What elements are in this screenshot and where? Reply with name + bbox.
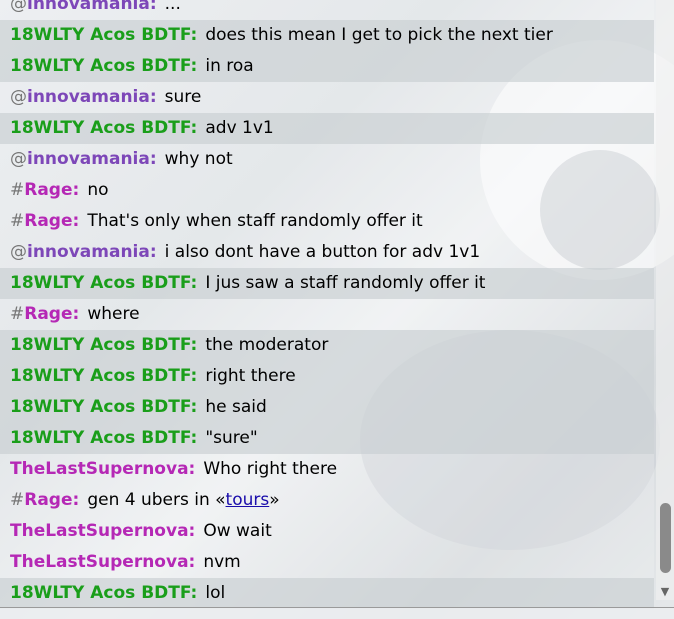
username-text: innovamania: (27, 87, 157, 107)
username-text: 18WLTY Acos BDTF: (10, 56, 198, 76)
message-text: i also dont have a button for adv 1v1 (164, 242, 481, 262)
message-text: in roa (205, 56, 254, 76)
scrollbar-thumb[interactable] (660, 503, 671, 573)
message-username[interactable]: #Rage: (10, 180, 79, 200)
message-username[interactable]: 18WLTY Acos BDTF: (10, 583, 197, 603)
username-text: 18WLTY Acos BDTF: (10, 335, 198, 355)
message-text: Who right there (203, 459, 338, 479)
chat-message: 18WLTY Acos BDTF: right there (0, 361, 654, 392)
chat-message: @innovamania: i also dont have a button f… (0, 237, 654, 268)
username-text: innovamania: (27, 242, 157, 262)
user-rank-symbol: # (10, 211, 25, 231)
chat-message: @innovamania:... (0, 0, 654, 20)
message-username[interactable]: TheLastSupernova: (10, 459, 195, 479)
user-rank-symbol: @ (10, 149, 27, 169)
username-text: Rage: (24, 211, 80, 231)
username-text: 18WLTY Acos BDTF: (10, 25, 198, 45)
username-text: innovamania: (27, 149, 157, 169)
message-text: Ow wait (203, 521, 272, 541)
message-text: I jus saw a staff randomly offer it (205, 273, 486, 293)
chat-message: TheLastSupernova: nvm (0, 547, 654, 578)
message-text: adv 1v1 (205, 118, 274, 138)
message-username[interactable]: TheLastSupernova: (10, 521, 195, 541)
message-username[interactable]: 18WLTY Acos BDTF: (10, 335, 197, 355)
username-text: TheLastSupernova: (10, 521, 196, 541)
chat-message: 18WLTY Acos BDTF: in roa (0, 51, 654, 82)
message-text-before-link: gen 4 ubers in « (87, 490, 226, 510)
chat-message: #Rage: That's only when staff randomly of… (0, 206, 654, 237)
room-link[interactable]: tours (226, 490, 270, 510)
message-username[interactable]: 18WLTY Acos BDTF: (10, 273, 197, 293)
message-text: gen 4 ubers in «tours» (87, 490, 279, 510)
message-text: where (87, 304, 140, 324)
message-username[interactable]: 18WLTY Acos BDTF: (10, 118, 197, 138)
message-text: lol (205, 583, 226, 603)
message-text: the moderator (205, 335, 329, 355)
message-username[interactable]: TheLastSupernova: (10, 552, 195, 572)
chat-log[interactable]: @innovamania:... 18WLTY Acos BDTF: does th… (0, 0, 654, 609)
chat-message: 18WLTY Acos BDTF: does this mean I get to… (0, 20, 654, 51)
user-rank-symbol: @ (10, 87, 27, 107)
username-text: 18WLTY Acos BDTF: (10, 118, 198, 138)
message-username[interactable]: @innovamania: (10, 0, 157, 14)
chat-message: 18WLTY Acos BDTF: lol (0, 578, 654, 609)
username-text: innovamania: (27, 0, 157, 14)
message-username[interactable]: @innovamania: (10, 149, 157, 169)
message-username[interactable]: #Rage: (10, 304, 79, 324)
chat-message: 18WLTY Acos BDTF: he said (0, 392, 654, 423)
message-text: no (87, 180, 109, 200)
username-text: 18WLTY Acos BDTF: (10, 583, 198, 603)
message-username[interactable]: 18WLTY Acos BDTF: (10, 56, 197, 76)
chat-message: 18WLTY Acos BDTF: I jus saw a staff rando… (0, 268, 654, 299)
user-rank-symbol: # (10, 490, 25, 510)
chat-message: @innovamania: why not (0, 144, 654, 175)
message-text: sure (164, 87, 202, 107)
scroll-down-arrow-icon[interactable]: ▼ (658, 586, 672, 598)
message-username[interactable]: #Rage: (10, 490, 79, 510)
user-rank-symbol: @ (10, 0, 27, 14)
message-username[interactable]: 18WLTY Acos BDTF: (10, 366, 197, 386)
message-text: does this mean I get to pick the next ti… (205, 25, 553, 45)
message-text: "sure" (205, 428, 258, 448)
chat-message: 18WLTY Acos BDTF: "sure" (0, 423, 654, 454)
message-text: why not (164, 149, 233, 169)
message-username[interactable]: @innovamania: (10, 242, 157, 262)
username-text: 18WLTY Acos BDTF: (10, 397, 198, 417)
chat-message: @innovamania: sure (0, 82, 654, 113)
message-username[interactable]: @innovamania: (10, 87, 157, 107)
chat-message: #Rage: where (0, 299, 654, 330)
user-rank-symbol: # (10, 304, 25, 324)
message-text: ... (164, 0, 181, 14)
message-text: right there (205, 366, 296, 386)
user-rank-symbol: @ (10, 242, 27, 262)
username-text: TheLastSupernova: (10, 552, 196, 572)
username-text: 18WLTY Acos BDTF: (10, 366, 198, 386)
message-text-after-link: » (269, 490, 280, 510)
message-text: That's only when staff randomly offer it (87, 211, 423, 231)
username-text: 18WLTY Acos BDTF: (10, 273, 198, 293)
chat-message: TheLastSupernova: Who right there (0, 454, 654, 485)
user-rank-symbol: # (10, 180, 25, 200)
chat-message: 18WLTY Acos BDTF: adv 1v1 (0, 113, 654, 144)
username-text: 18WLTY Acos BDTF: (10, 428, 198, 448)
message-text: he said (205, 397, 267, 417)
message-input-area[interactable] (0, 608, 674, 619)
message-username[interactable]: 18WLTY Acos BDTF: (10, 397, 197, 417)
chat-window: @innovamania:... 18WLTY Acos BDTF: does th… (0, 0, 674, 619)
chat-message: 18WLTY Acos BDTF: the moderator (0, 330, 654, 361)
message-username[interactable]: 18WLTY Acos BDTF: (10, 428, 197, 448)
chat-message: #Rage: no (0, 175, 654, 206)
username-text: Rage: (24, 490, 80, 510)
chat-message: #Rage: gen 4 ubers in «tours» (0, 485, 654, 516)
username-text: Rage: (24, 304, 80, 324)
username-text: Rage: (24, 180, 80, 200)
message-text: nvm (203, 552, 241, 572)
message-username[interactable]: 18WLTY Acos BDTF: (10, 25, 197, 45)
username-text: TheLastSupernova: (10, 459, 196, 479)
chat-message: TheLastSupernova: Ow wait (0, 516, 654, 547)
message-username[interactable]: #Rage: (10, 211, 79, 231)
